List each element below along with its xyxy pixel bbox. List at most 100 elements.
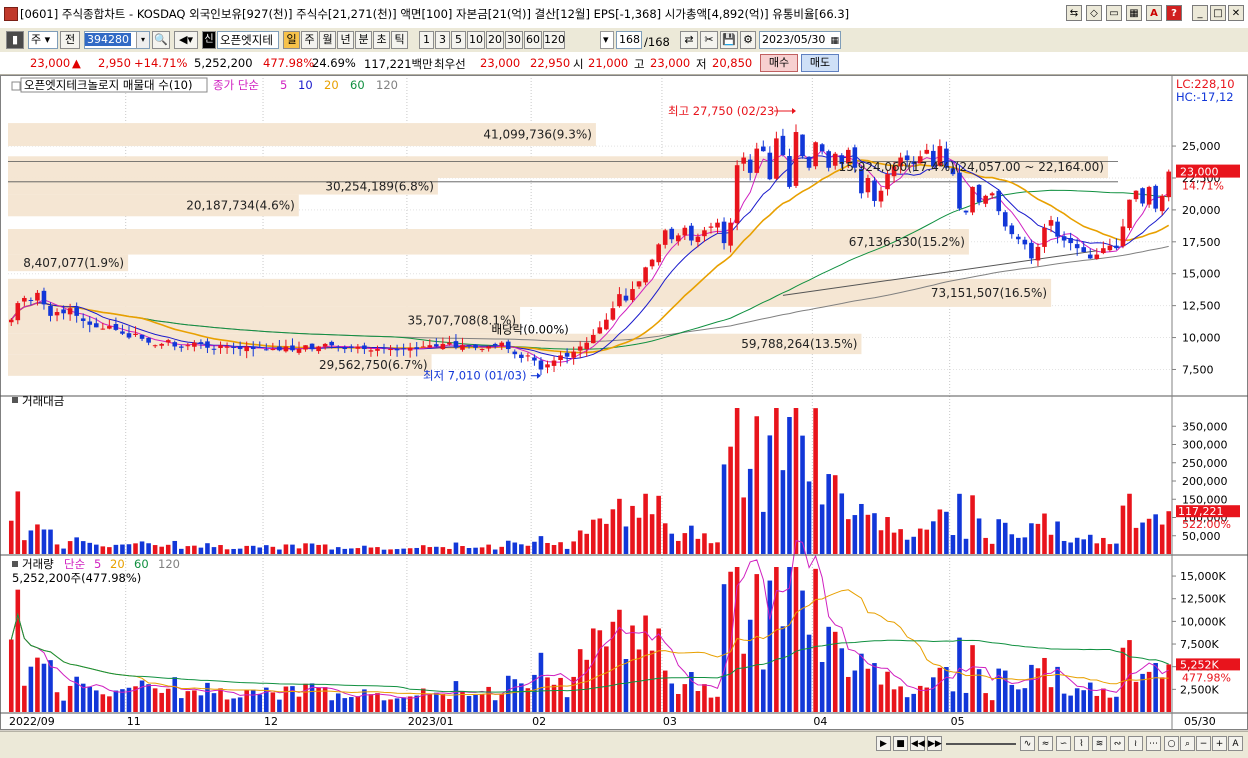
tools-icon[interactable]: ✂ bbox=[700, 31, 718, 49]
lock-icon[interactable]: ◇ bbox=[1086, 5, 1102, 21]
period-number-button[interactable]: 20 bbox=[486, 31, 504, 49]
interval-button[interactable]: 초 bbox=[373, 31, 390, 49]
volume-bar bbox=[211, 693, 217, 712]
candle bbox=[1114, 245, 1119, 249]
candle bbox=[447, 342, 452, 345]
pattern-icon-8[interactable]: ⋯ bbox=[1146, 736, 1161, 751]
amount-bar bbox=[1094, 543, 1100, 554]
pattern-icon-1[interactable]: ∿ bbox=[1020, 736, 1035, 751]
candle bbox=[564, 352, 570, 357]
window-icon[interactable]: ▭ bbox=[1106, 5, 1122, 21]
minimize-button[interactable]: _ bbox=[1192, 5, 1208, 21]
sell-button[interactable]: 매도 bbox=[801, 54, 839, 72]
pattern-icon-3[interactable]: ∽ bbox=[1056, 736, 1071, 751]
amount-bar bbox=[924, 529, 930, 554]
forward-icon[interactable]: ▶▶ bbox=[927, 736, 942, 751]
zoom-search-icon[interactable]: ⌕ bbox=[1180, 736, 1195, 751]
amount-bar bbox=[643, 493, 648, 554]
interval-button[interactable]: 분 bbox=[355, 31, 372, 49]
help-icon[interactable]: ? bbox=[1166, 5, 1182, 21]
interval-button[interactable]: 년 bbox=[337, 31, 354, 49]
stock-code-input[interactable]: 394280 ▾ bbox=[84, 31, 150, 49]
calendar-icon[interactable]: ▦ bbox=[830, 33, 839, 49]
amount-bar bbox=[1068, 542, 1073, 554]
zoom-out-icon[interactable]: − bbox=[1196, 736, 1211, 751]
candle bbox=[617, 294, 622, 307]
volume-bar bbox=[545, 677, 550, 712]
chart-area[interactable]: 2022/09 11 12 2023/01 02 03 04 05 05/30 7,500 10,0… bbox=[0, 75, 1248, 730]
period-number-button[interactable]: 1 bbox=[419, 31, 434, 49]
amount-bar bbox=[793, 408, 799, 554]
volume-bar bbox=[551, 684, 557, 712]
period-number-button[interactable]: 5 bbox=[451, 31, 466, 49]
prev-button[interactable]: 전 bbox=[60, 31, 80, 49]
amount-bar bbox=[617, 498, 622, 554]
volume-bar bbox=[342, 698, 348, 712]
amount-bar bbox=[846, 519, 851, 554]
title-bar: [0601] 주식종합차트 - KOSDAQ 외국인보유[927(천)] 주식수… bbox=[0, 0, 1248, 29]
auto-scale-icon[interactable]: A bbox=[1228, 736, 1243, 751]
link-icon[interactable]: ⇆ bbox=[1066, 5, 1082, 21]
interval-button[interactable]: 틱 bbox=[391, 31, 408, 49]
zoom-in-icon[interactable]: + bbox=[1212, 736, 1227, 751]
period-number-button[interactable]: 10 bbox=[467, 31, 485, 49]
stop-icon[interactable]: ■ bbox=[893, 736, 908, 751]
pattern-icon-6[interactable]: ∾ bbox=[1110, 736, 1125, 751]
zoom-reset-icon[interactable]: ○ bbox=[1164, 736, 1179, 751]
candle bbox=[159, 343, 164, 346]
amount-bar bbox=[715, 542, 720, 554]
price-tick-label: 17,500 bbox=[1182, 236, 1221, 249]
volume-bar bbox=[28, 666, 34, 712]
amount-bar bbox=[250, 545, 256, 554]
amount-bar bbox=[767, 435, 773, 554]
search-icon[interactable]: 🔍 bbox=[152, 31, 170, 49]
interval-button[interactable]: 일 bbox=[283, 31, 300, 49]
interval-button[interactable]: 주 bbox=[301, 31, 318, 49]
save-icon[interactable]: 💾 bbox=[720, 31, 738, 49]
volume-bar bbox=[924, 687, 930, 712]
chevron-down-icon[interactable]: ▾ bbox=[136, 32, 149, 48]
amount-bar bbox=[427, 547, 433, 554]
volume-bar bbox=[623, 659, 629, 712]
pattern-icon-4[interactable]: ⌇ bbox=[1074, 736, 1089, 751]
stock-name-field[interactable]: 오픈엣지테 bbox=[217, 31, 279, 49]
candle bbox=[1087, 254, 1093, 259]
candle bbox=[224, 346, 230, 348]
period-number-button[interactable]: 3 bbox=[435, 31, 450, 49]
bid-price: 22,950 bbox=[530, 56, 571, 70]
settings-gear-icon[interactable]: ⚙ bbox=[740, 31, 756, 49]
x-right-label: 05/30 bbox=[1184, 715, 1216, 728]
pattern-icon-7[interactable]: ≀ bbox=[1128, 736, 1143, 751]
play-icon[interactable]: ▶ bbox=[876, 736, 891, 751]
buy-button[interactable]: 매수 bbox=[760, 54, 798, 72]
amount-bar bbox=[937, 509, 943, 554]
amount-bar bbox=[872, 513, 877, 554]
pattern-icon-2[interactable]: ≈ bbox=[1038, 736, 1053, 751]
swap-icon[interactable]: ⇄ bbox=[680, 31, 698, 49]
candle bbox=[61, 309, 66, 314]
hc-label: HC:-17,12 bbox=[1176, 90, 1234, 104]
date-field[interactable]: 2023/05/30 ▦ bbox=[759, 31, 841, 49]
volume-bar bbox=[192, 690, 197, 712]
period-select[interactable]: 주 ▾ bbox=[28, 31, 58, 49]
tile-icon[interactable]: ▦ bbox=[1126, 5, 1142, 21]
count-select[interactable]: ▾ bbox=[600, 31, 614, 49]
speaker-icon[interactable]: ◀▾ bbox=[174, 31, 198, 49]
period-number-button[interactable]: 120 bbox=[543, 31, 565, 49]
period-number-button[interactable]: 30 bbox=[505, 31, 523, 49]
font-icon[interactable]: A bbox=[1146, 5, 1162, 21]
candle bbox=[237, 346, 243, 350]
interval-button[interactable]: 월 bbox=[319, 31, 336, 49]
volume-bar bbox=[61, 700, 66, 712]
close-button[interactable]: ✕ bbox=[1228, 5, 1244, 21]
count-input[interactable]: 168 bbox=[616, 31, 642, 49]
amount-bar bbox=[963, 538, 969, 554]
candle bbox=[545, 364, 550, 368]
pattern-icon-5[interactable]: ≋ bbox=[1092, 736, 1107, 751]
period-number-button[interactable]: 60 bbox=[524, 31, 542, 49]
scroll-slider[interactable] bbox=[946, 743, 1016, 745]
amount-bar bbox=[564, 548, 570, 554]
rewind-icon[interactable]: ◀◀ bbox=[910, 736, 925, 751]
maximize-button[interactable]: □ bbox=[1210, 5, 1226, 21]
chart-type-icon[interactable]: ▮ bbox=[6, 31, 24, 49]
